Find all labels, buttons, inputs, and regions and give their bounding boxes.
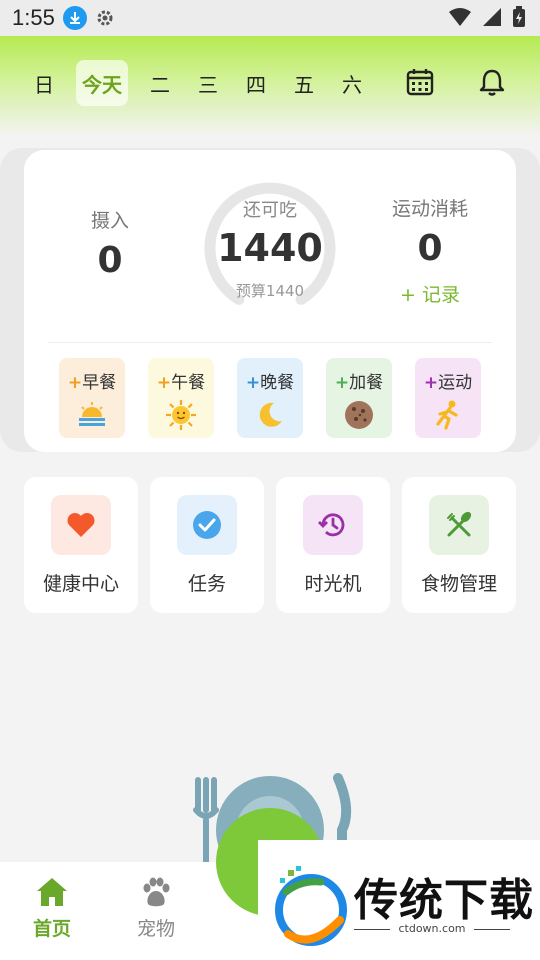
status-time: 1:55 <box>12 5 55 30</box>
history-icon <box>303 495 363 555</box>
watermark-rule <box>474 929 510 930</box>
download-icon <box>62 6 87 30</box>
tile-label: 任务 <box>187 573 226 595</box>
intake-label: 摄入 <box>90 210 129 232</box>
meal-snack-button[interactable]: +加餐 <box>326 358 392 438</box>
calorie-summary-card: 摄入 0 还可吃 1440 预算1440 运动消耗 0 + 记录 +早餐 +午餐 <box>24 150 516 452</box>
cookie-icon <box>345 401 373 429</box>
sunrise-icon <box>79 402 105 426</box>
nav-home[interactable]: 首页 <box>12 876 92 941</box>
paw-icon <box>143 877 170 907</box>
signal-icon <box>483 8 501 26</box>
watermark-logo <box>275 866 347 946</box>
card-divider <box>48 342 492 343</box>
calendar-icon[interactable] <box>404 66 436 98</box>
remaining-value: 1440 <box>217 226 323 270</box>
exercise-label: 运动消耗 <box>391 198 468 220</box>
runner-icon <box>436 400 458 430</box>
bell-icon[interactable] <box>476 66 508 98</box>
intake-value: 0 <box>97 240 123 281</box>
day-saturday[interactable]: 六 <box>335 60 369 106</box>
utensils-icon <box>429 495 489 555</box>
tile-health-center[interactable]: 健康中心 <box>24 477 138 613</box>
check-circle-icon <box>177 495 237 555</box>
sun-icon <box>166 400 196 430</box>
heart-icon <box>51 495 111 555</box>
tile-label: 时光机 <box>304 573 362 595</box>
plus-mark: + <box>156 373 172 393</box>
tile-food-management[interactable]: 食物管理 <box>402 477 516 613</box>
wifi-icon <box>449 8 471 26</box>
nav-label: 宠物 <box>136 918 175 940</box>
header: 日 今天 二 三 四 五 六 <box>0 36 540 136</box>
battery-icon <box>513 6 525 27</box>
tile-tasks[interactable]: 任务 <box>150 477 264 613</box>
tile-label: 健康中心 <box>42 573 119 595</box>
status-bar: 1:55 <box>0 0 540 36</box>
watermark-overlay: 传统下载 ctdown.com <box>258 840 540 960</box>
nav-label: 首页 <box>32 918 71 940</box>
day-today[interactable]: 今天 <box>76 60 128 106</box>
plus-mark: + <box>67 373 83 393</box>
tile-time-machine[interactable]: 时光机 <box>276 477 390 613</box>
watermark-text: 传统下载 <box>354 875 534 926</box>
plus-mark: + <box>245 373 261 393</box>
day-wednesday[interactable]: 三 <box>191 60 225 106</box>
meal-label: 加餐 <box>349 373 384 393</box>
tile-label: 食物管理 <box>420 573 497 595</box>
meal-label: 早餐 <box>82 373 117 393</box>
moon-icon <box>259 402 282 427</box>
home-icon <box>37 878 67 906</box>
exercise-value: 0 <box>417 228 443 269</box>
meal-label: 晚餐 <box>260 373 295 393</box>
meal-breakfast-button[interactable]: +早餐 <box>59 358 125 438</box>
meal-dinner-button[interactable]: +晚餐 <box>237 358 303 438</box>
plus-mark: + <box>334 373 350 393</box>
day-tuesday[interactable]: 二 <box>143 60 177 106</box>
day-sunday[interactable]: 日 <box>27 60 61 106</box>
remaining-label: 还可吃 <box>243 200 297 221</box>
day-thursday[interactable]: 四 <box>239 60 273 106</box>
budget-text: 预算1440 <box>235 282 305 300</box>
settings-gear-icon <box>97 10 113 26</box>
meal-label: 午餐 <box>171 373 206 393</box>
exercise-add-button[interactable]: +运动 <box>415 358 481 438</box>
meal-label: 运动 <box>438 373 473 393</box>
nav-pet[interactable]: 宠物 <box>116 876 196 941</box>
meal-lunch-button[interactable]: +午餐 <box>148 358 214 438</box>
day-friday[interactable]: 五 <box>287 60 321 106</box>
plus-mark: + <box>423 373 439 393</box>
record-exercise-link[interactable]: + 记录 <box>380 280 480 307</box>
